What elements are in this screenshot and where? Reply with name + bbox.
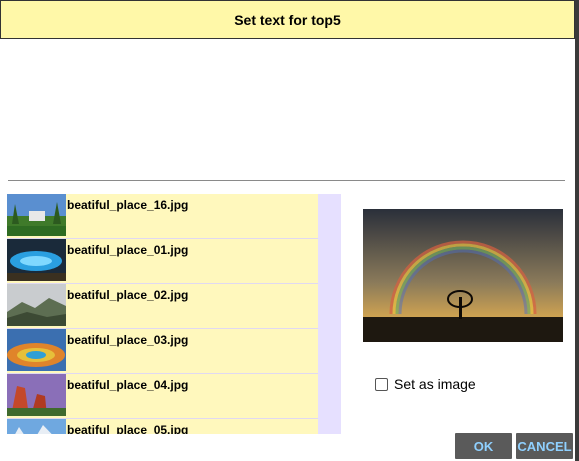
image-file-list[interactable]: beatiful_place_16.jpg beatiful_place_01.… <box>7 194 341 434</box>
text-input-underline <box>8 180 565 181</box>
file-list-item[interactable]: beatiful_place_04.jpg <box>7 374 318 419</box>
thumbnail-misty-valley-icon <box>7 284 66 326</box>
file-list-item[interactable]: beatiful_place_05.jpg <box>7 419 318 434</box>
dialog-title: Set text for top5 <box>0 0 575 39</box>
ok-button[interactable]: OK <box>455 433 512 459</box>
set-as-image-row[interactable]: Set as image <box>375 376 476 392</box>
thumbnail-blue-pool-icon <box>7 239 66 281</box>
thumbnail-colorful-spring-icon <box>7 329 66 371</box>
thumbnail-palm-house-icon <box>7 194 66 236</box>
set-as-image-checkbox[interactable] <box>375 377 388 391</box>
set-text-dialog: Set text for top5 beatiful_place_16.jpg … <box>0 0 575 461</box>
rainbow-landscape-image-icon <box>363 209 563 342</box>
file-name: beatiful_place_02.jpg <box>67 288 189 302</box>
file-list-item[interactable]: beatiful_place_16.jpg <box>7 194 318 239</box>
thumbnail-red-rocks-icon <box>7 374 66 416</box>
file-name: beatiful_place_03.jpg <box>67 333 189 347</box>
file-list-item[interactable]: beatiful_place_02.jpg <box>7 284 318 329</box>
file-name: beatiful_place_01.jpg <box>67 243 189 257</box>
file-name: beatiful_place_16.jpg <box>67 198 189 212</box>
set-as-image-label: Set as image <box>394 376 476 392</box>
file-list-item[interactable]: beatiful_place_03.jpg <box>7 329 318 374</box>
file-list-item[interactable]: beatiful_place_01.jpg <box>7 239 318 284</box>
file-name: beatiful_place_05.jpg <box>67 423 189 434</box>
thumbnail-snowy-mountains-icon <box>7 419 66 434</box>
cancel-button[interactable]: CANCEL <box>516 433 573 459</box>
text-input-area[interactable] <box>8 44 564 178</box>
file-name: beatiful_place_04.jpg <box>67 378 189 392</box>
